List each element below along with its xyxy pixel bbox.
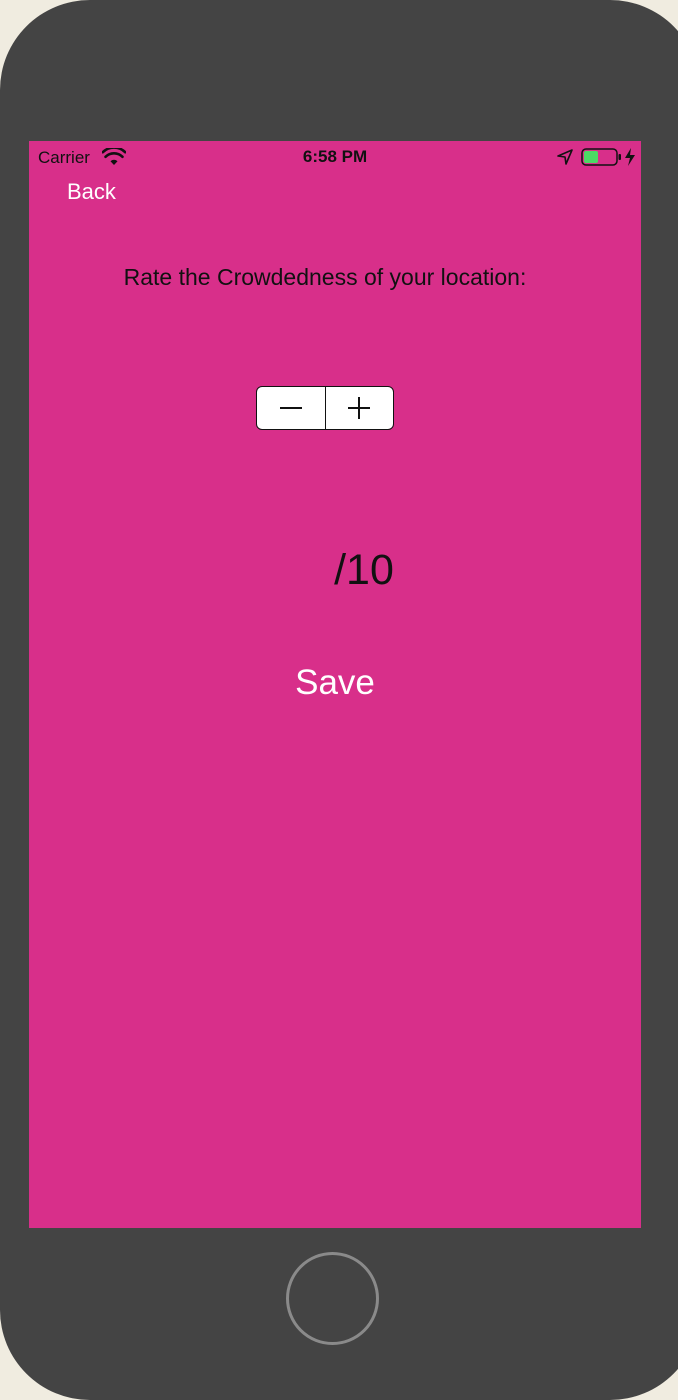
crowdedness-stepper[interactable]: [256, 386, 394, 430]
plus-icon: [348, 397, 371, 419]
location-icon: [557, 149, 573, 165]
increment-button[interactable]: [324, 387, 394, 429]
crowdedness-score: /10: [334, 546, 394, 594]
rating-prompt: Rate the Crowdedness of your location:: [123, 264, 527, 290]
app-screen: Carrier 6:58 PM Back Rate the Crowdednes…: [29, 141, 641, 1228]
save-button[interactable]: Save: [29, 663, 641, 703]
status-time: 6:58 PM: [302, 147, 368, 166]
decrement-button[interactable]: [257, 387, 325, 429]
back-button[interactable]: Back: [67, 179, 116, 205]
minus-icon: [279, 407, 302, 409]
charging-icon: [625, 148, 635, 166]
battery-icon: [581, 148, 621, 166]
home-button[interactable]: [286, 1252, 379, 1345]
status-bar: Carrier 6:58 PM: [29, 141, 641, 173]
